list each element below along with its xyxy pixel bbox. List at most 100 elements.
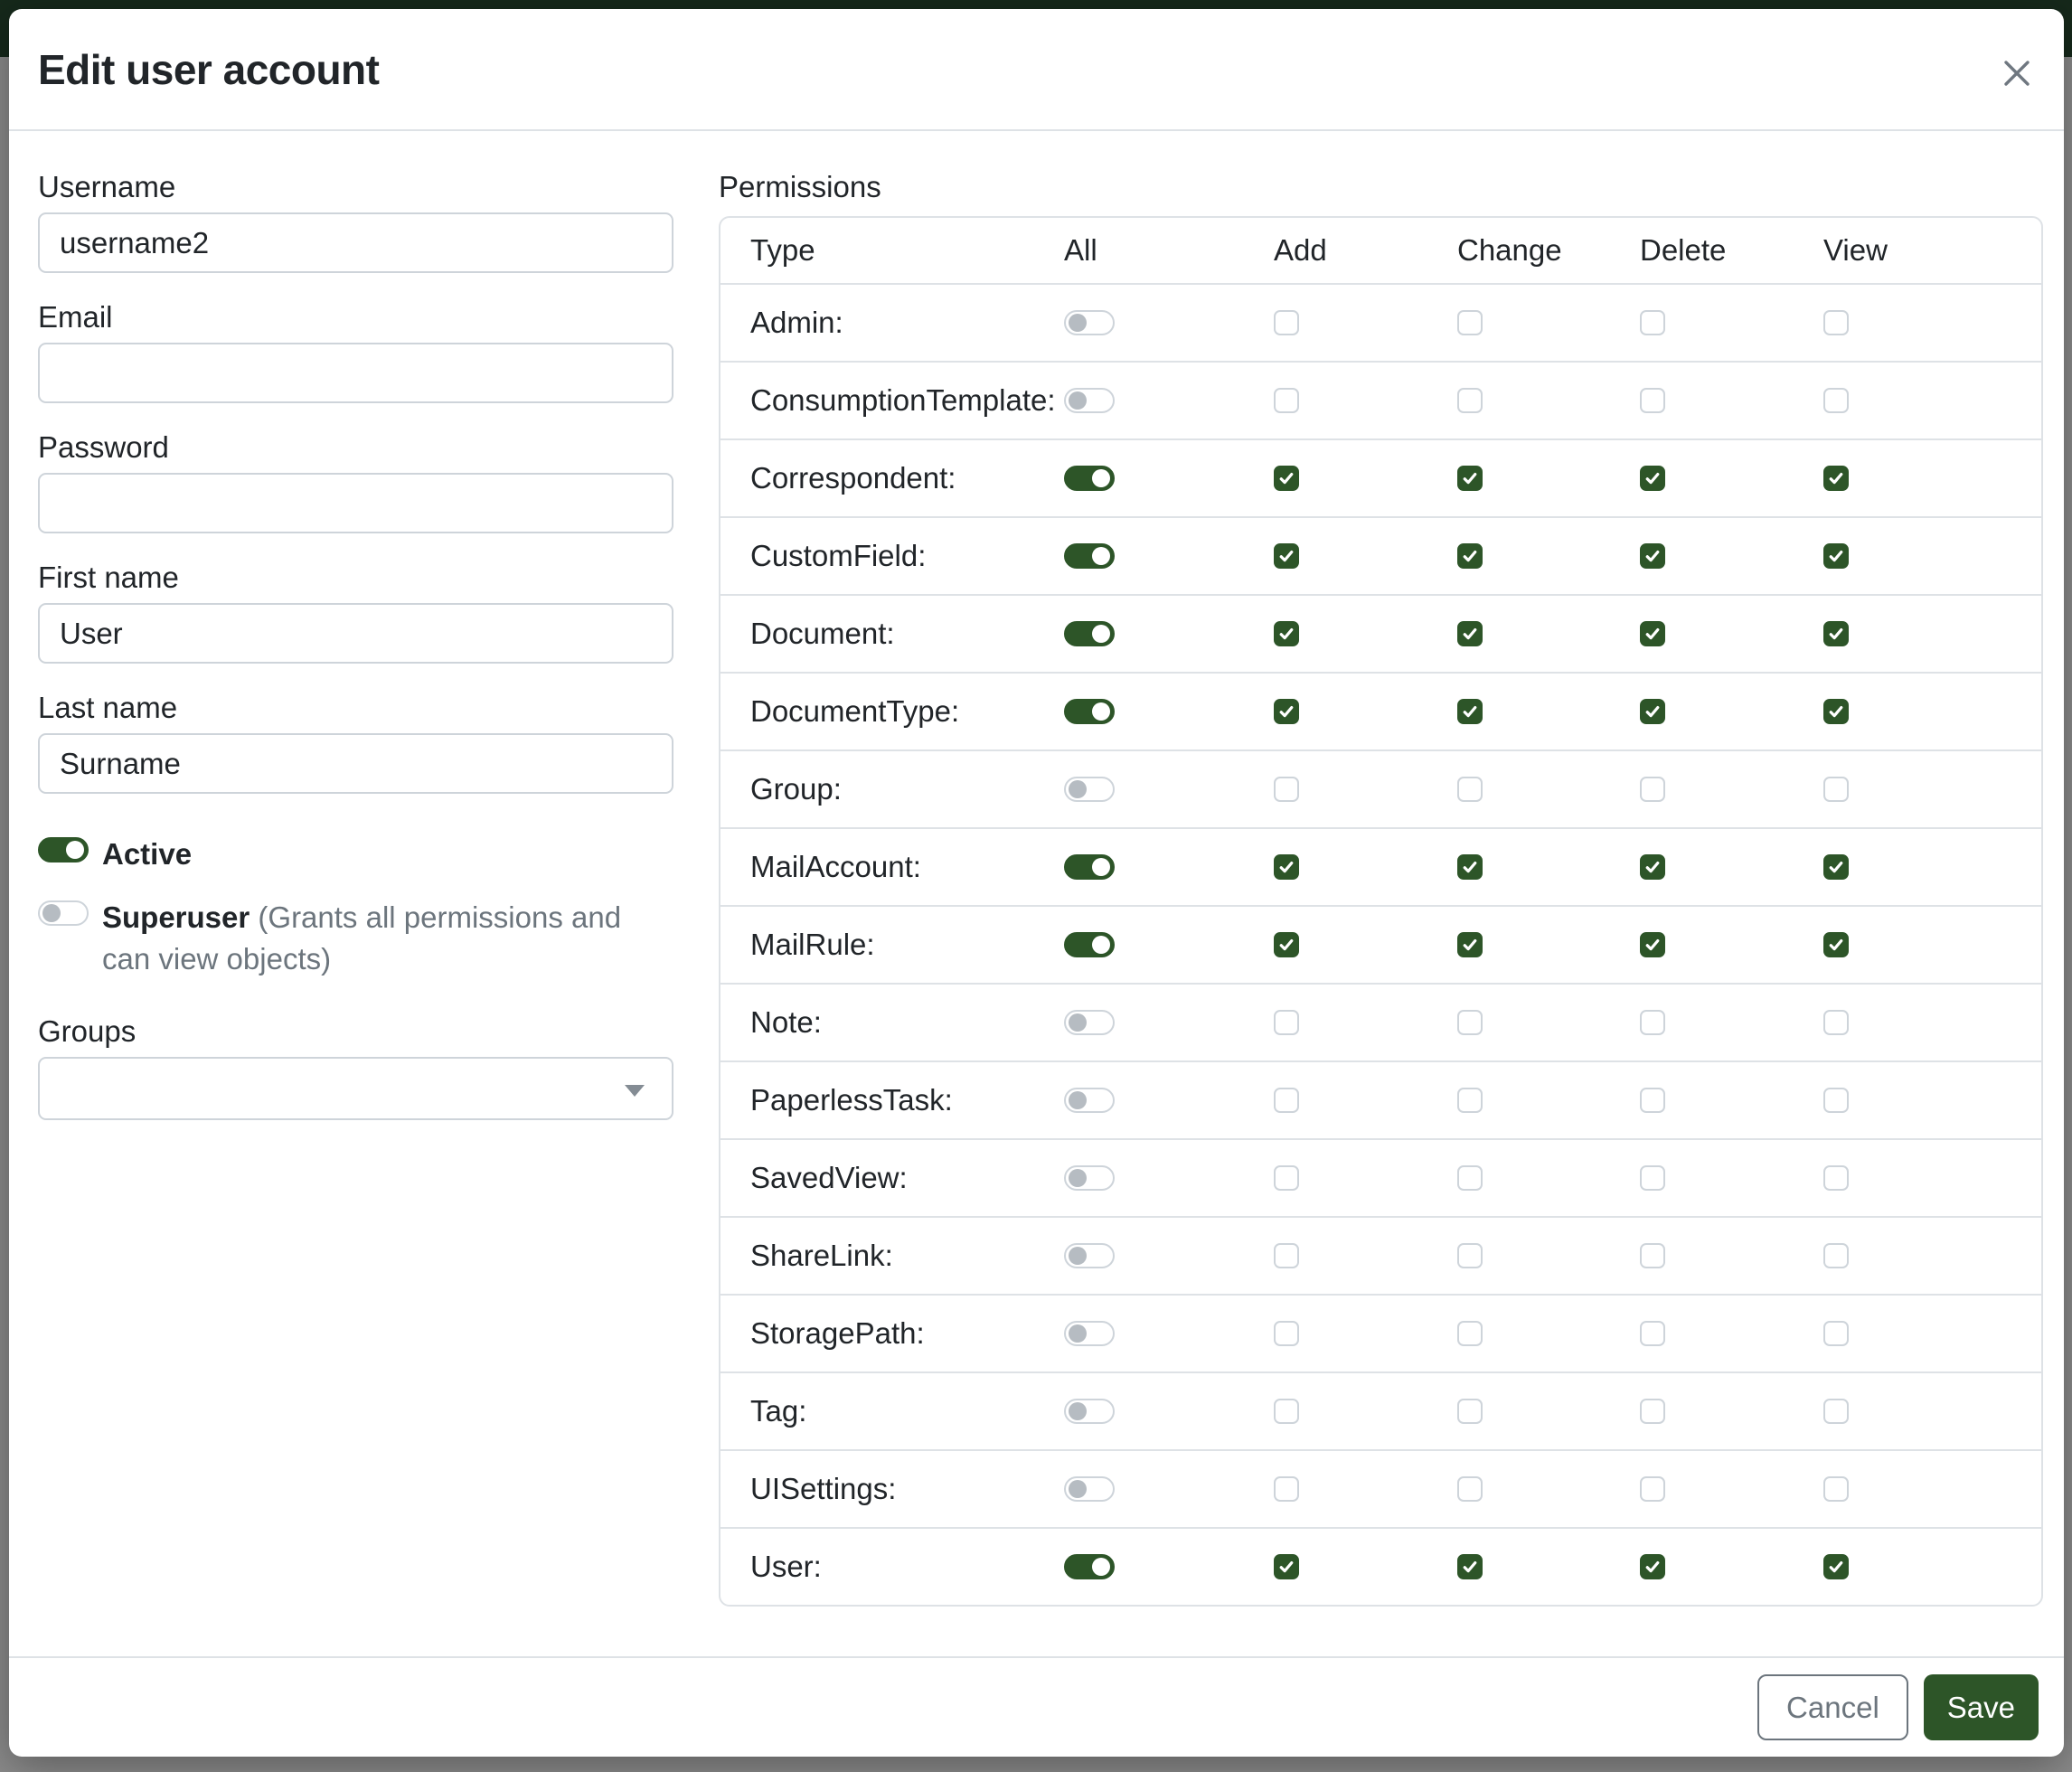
permission-view-checkbox[interactable] [1823,621,1849,646]
permission-view-checkbox[interactable] [1823,932,1849,957]
permission-delete-checkbox[interactable] [1640,1010,1665,1035]
permission-delete-checkbox[interactable] [1640,1476,1665,1502]
first-name-input[interactable] [38,603,673,664]
close-button[interactable] [1997,54,2037,94]
permission-all-toggle[interactable] [1064,310,1115,335]
permission-view-checkbox[interactable] [1823,1243,1849,1268]
permission-all-toggle[interactable] [1064,388,1115,413]
permission-all-toggle[interactable] [1064,1010,1115,1035]
toggle-knob [66,841,84,859]
permission-add-checkbox[interactable] [1274,1321,1299,1346]
permission-change-checkbox[interactable] [1457,310,1483,335]
modal-header: Edit user account [9,9,2064,131]
permission-change-checkbox[interactable] [1457,1399,1483,1424]
permission-add-checkbox[interactable] [1274,1088,1299,1113]
email-input[interactable] [38,343,673,403]
permission-delete-checkbox[interactable] [1640,621,1665,646]
permission-view-checkbox[interactable] [1823,1554,1849,1579]
permission-change-checkbox[interactable] [1457,1476,1483,1502]
permission-view-checkbox[interactable] [1823,1321,1849,1346]
permission-delete-checkbox[interactable] [1640,310,1665,335]
permission-all-toggle[interactable] [1064,1088,1115,1113]
permission-add-checkbox[interactable] [1274,1010,1299,1035]
permission-add-checkbox[interactable] [1274,932,1299,957]
permission-change-checkbox[interactable] [1457,1554,1483,1579]
permission-change-checkbox[interactable] [1457,1243,1483,1268]
save-button[interactable]: Save [1924,1674,2039,1740]
permission-add-checkbox[interactable] [1274,543,1299,569]
permission-change-checkbox[interactable] [1457,1088,1483,1113]
permission-add-checkbox[interactable] [1274,310,1299,335]
permission-add-checkbox[interactable] [1274,388,1299,413]
permission-add-checkbox[interactable] [1274,1476,1299,1502]
permission-add-checkbox[interactable] [1274,1399,1299,1424]
permission-add-checkbox[interactable] [1274,1165,1299,1191]
permission-view-checkbox[interactable] [1823,699,1849,724]
permission-all-toggle[interactable] [1064,932,1115,957]
permission-delete-checkbox[interactable] [1640,1554,1665,1579]
permission-delete-checkbox[interactable] [1640,932,1665,957]
permission-view-checkbox[interactable] [1823,543,1849,569]
permission-view-checkbox[interactable] [1823,310,1849,335]
permission-delete-checkbox[interactable] [1640,1399,1665,1424]
permission-delete-checkbox[interactable] [1640,466,1665,491]
permission-change-checkbox[interactable] [1457,777,1483,802]
permission-delete-checkbox[interactable] [1640,699,1665,724]
toggle-knob [1069,1169,1087,1187]
permission-view-checkbox[interactable] [1823,466,1849,491]
permission-delete-checkbox[interactable] [1640,1243,1665,1268]
permission-delete-checkbox[interactable] [1640,854,1665,880]
email-group: Email [38,300,673,403]
permission-all-toggle[interactable] [1064,621,1115,646]
permission-change-checkbox[interactable] [1457,854,1483,880]
permission-change-checkbox[interactable] [1457,388,1483,413]
permission-change-checkbox[interactable] [1457,699,1483,724]
permission-all-toggle[interactable] [1064,777,1115,802]
active-toggle[interactable] [38,837,89,862]
permission-view-checkbox[interactable] [1823,1399,1849,1424]
permission-add-checkbox[interactable] [1274,621,1299,646]
permission-view-checkbox[interactable] [1823,1010,1849,1035]
permission-all-toggle[interactable] [1064,854,1115,880]
permission-change-checkbox[interactable] [1457,621,1483,646]
permission-all-toggle[interactable] [1064,699,1115,724]
permission-all-toggle[interactable] [1064,1476,1115,1502]
permission-view-checkbox[interactable] [1823,1476,1849,1502]
permission-change-checkbox[interactable] [1457,1321,1483,1346]
permission-delete-checkbox[interactable] [1640,1321,1665,1346]
permission-delete-checkbox[interactable] [1640,1088,1665,1113]
superuser-toggle[interactable] [38,900,89,926]
permission-all-toggle[interactable] [1064,1554,1115,1579]
permission-add-checkbox[interactable] [1274,1554,1299,1579]
last-name-input[interactable] [38,733,673,794]
permission-delete-checkbox[interactable] [1640,543,1665,569]
permission-change-checkbox[interactable] [1457,1010,1483,1035]
permission-add-checkbox[interactable] [1274,854,1299,880]
permission-delete-checkbox[interactable] [1640,1165,1665,1191]
password-input[interactable] [38,473,673,533]
permission-all-toggle[interactable] [1064,543,1115,569]
permission-view-checkbox[interactable] [1823,1088,1849,1113]
permission-all-toggle[interactable] [1064,466,1115,491]
permission-view-checkbox[interactable] [1823,1165,1849,1191]
permission-change-checkbox[interactable] [1457,932,1483,957]
permission-all-toggle[interactable] [1064,1399,1115,1424]
permission-view-checkbox[interactable] [1823,854,1849,880]
permission-add-checkbox[interactable] [1274,466,1299,491]
permission-view-checkbox[interactable] [1823,777,1849,802]
permission-add-checkbox[interactable] [1274,1243,1299,1268]
cancel-button[interactable]: Cancel [1757,1674,1908,1740]
username-input[interactable] [38,212,673,273]
permission-view-checkbox[interactable] [1823,388,1849,413]
permission-change-checkbox[interactable] [1457,466,1483,491]
groups-select[interactable] [38,1057,673,1120]
permission-all-toggle[interactable] [1064,1165,1115,1191]
permission-delete-checkbox[interactable] [1640,777,1665,802]
permission-all-toggle[interactable] [1064,1321,1115,1346]
permission-delete-checkbox[interactable] [1640,388,1665,413]
permission-add-checkbox[interactable] [1274,777,1299,802]
permission-change-checkbox[interactable] [1457,1165,1483,1191]
permission-add-checkbox[interactable] [1274,699,1299,724]
permission-change-checkbox[interactable] [1457,543,1483,569]
permission-all-toggle[interactable] [1064,1243,1115,1268]
